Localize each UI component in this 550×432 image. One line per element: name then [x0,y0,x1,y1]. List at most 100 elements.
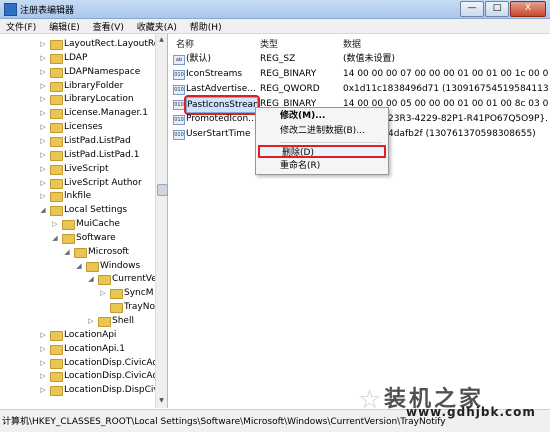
expanded-arrow-icon[interactable]: ◢ [51,232,59,245]
tree-item-label: LocationDisp.DispCivic [64,385,167,396]
ctx-modify-binary[interactable]: 修改二进制数据(B)... [258,125,386,138]
maximize-button[interactable]: □ [485,1,509,17]
minimize-button[interactable]: — [460,1,484,17]
folder-icon [50,192,63,203]
registry-tree: ▷ LayoutRect.LayoutRect. ▷ LDAP ▷ LDAPNamespa… [0,34,168,408]
regedit-icon [4,3,17,16]
value-name[interactable]: UserStartTime [186,127,256,141]
value-name[interactable]: IconStreams [186,67,256,81]
tree-item-label: ListPad.ListPad.1 [64,149,140,160]
column-name[interactable]: 名称 [176,37,194,50]
collapsed-arrow-icon[interactable]: ▷ [39,384,47,397]
collapsed-arrow-icon[interactable]: ▷ [39,343,47,356]
collapsed-arrow-icon[interactable]: ▷ [51,218,59,231]
folder-icon [74,247,87,258]
tree-item-label: LocationApi [64,329,117,340]
folder-icon [50,81,63,92]
tree-item-label: lnkfile [64,191,92,202]
collapsed-arrow-icon[interactable]: ▷ [99,287,107,300]
folder-icon [110,303,123,314]
scroll-down-icon[interactable]: ▼ [157,396,166,406]
menu-favorites[interactable]: 收藏夹(A) [131,19,181,33]
expanded-arrow-icon[interactable]: ◢ [75,260,83,273]
menu-help[interactable]: 帮助(H) [184,19,226,33]
ctx-rename[interactable]: 重命名(R) [258,160,386,173]
collapsed-arrow-icon[interactable]: ▷ [39,38,47,51]
folder-icon [62,220,75,231]
watermark-logo: ☆ 装机之家 www.gdhjbk.com [358,381,535,419]
collapsed-arrow-icon[interactable]: ▷ [39,52,47,65]
collapsed-arrow-icon[interactable]: ▷ [39,135,47,148]
value-name[interactable]: (默认) [186,52,256,66]
folder-icon [98,317,111,327]
folder-icon [50,136,63,147]
ctx-separator [280,142,382,143]
folder-icon [50,358,63,369]
collapsed-arrow-icon[interactable]: ▷ [39,121,47,134]
context-menu: 修改(M)... 修改二进制数据(B)... 删除(D) 重命名(R) [255,107,389,175]
ctx-delete[interactable]: 删除(D) [258,145,386,158]
collapsed-arrow-icon[interactable]: ▷ [39,163,47,176]
tree-item-label: LDAPNamespace [64,66,141,77]
value-name[interactable]: PastIconsStream [184,95,260,115]
binary-value-icon: 010 [173,100,185,110]
expanded-arrow-icon[interactable]: ◢ [87,273,95,286]
collapsed-arrow-icon[interactable]: ▷ [39,190,47,203]
folder-icon [50,372,63,383]
window-title: 注册表编辑器 [20,6,75,16]
column-type[interactable]: 类型 [260,37,278,50]
menu-edit[interactable]: 编辑(E) [43,19,84,33]
binary-value-icon: 010 [173,70,185,80]
expanded-arrow-icon[interactable]: ◢ [39,204,47,217]
folder-icon [50,330,63,341]
tree-item-label: LocationDisp.CivicAddr [64,357,168,368]
collapsed-arrow-icon[interactable]: ▷ [39,177,47,190]
menu-view[interactable]: 查看(V) [87,19,128,33]
value-data: 0x1d11c1838496d71 (130916754519584113) [343,84,548,94]
value-row[interactable]: 010 IconStreams REG_BINARY 14 00 00 00 07 0… [168,67,550,81]
folder-icon [50,178,63,189]
value-row[interactable]: 010 LastAdvertise... REG_QWORD 0x1d11c18384… [168,82,550,96]
tree-item-label: Shell [112,316,134,326]
collapsed-arrow-icon[interactable]: ▷ [39,80,47,93]
tree-item-label: MuiCache [76,219,120,230]
tree-scrollbar[interactable]: ▲ ▼ [155,34,168,408]
scroll-thumb[interactable] [157,184,168,196]
collapsed-arrow-icon[interactable]: ▷ [39,93,47,106]
tree-item-label: Microsoft [88,246,129,257]
close-button[interactable]: X [510,1,546,17]
folder-icon [50,95,63,106]
column-data[interactable]: 数据 [343,37,361,50]
collapsed-arrow-icon[interactable]: ▷ [39,370,47,383]
collapsed-arrow-icon[interactable]: ▷ [39,357,47,370]
tree-item-label: LibraryFolder [64,80,124,91]
ctx-modify[interactable]: 修改(M)... [258,110,386,123]
tree-item-label: Software [76,232,116,243]
value-name[interactable]: PromotedIcon... [186,112,256,126]
watermark-url: www.gdhjbk.com [406,405,536,419]
folder-icon [50,386,63,397]
tree-item-label: LocationApi.1 [64,343,126,354]
expanded-arrow-icon[interactable]: ◢ [63,246,71,259]
collapsed-arrow-icon[interactable]: ▷ [87,315,95,328]
tree-item-label: LayoutRect.LayoutRect. [64,39,168,49]
scroll-up-icon[interactable]: ▲ [157,35,166,45]
value-data: 23R3-4229-82P1-R41PO67Q5O9P}... [388,114,548,124]
collapsed-arrow-icon[interactable]: ▷ [39,66,47,79]
tree-item-label: ListPad.ListPad [64,135,131,146]
star-icon: ☆ [358,385,382,415]
window-controls: — □ X [460,1,546,17]
value-name[interactable]: LastAdvertise... [186,82,256,96]
value-row[interactable]: ab (默认) REG_SZ (数值未设置) [168,52,550,66]
folder-icon [110,289,123,300]
menu-file[interactable]: 文件(F) [0,19,40,33]
tree-item-label: Local Settings [64,205,128,216]
value-type: REG_SZ [260,54,296,64]
collapsed-arrow-icon[interactable]: ▷ [39,329,47,342]
collapsed-arrow-icon[interactable]: ▷ [39,149,47,162]
value-data: (数值未设置) [343,54,396,64]
folder-icon [50,164,63,175]
folder-icon [50,40,63,50]
collapsed-arrow-icon[interactable]: ▷ [39,107,47,120]
folder-icon [50,53,63,64]
